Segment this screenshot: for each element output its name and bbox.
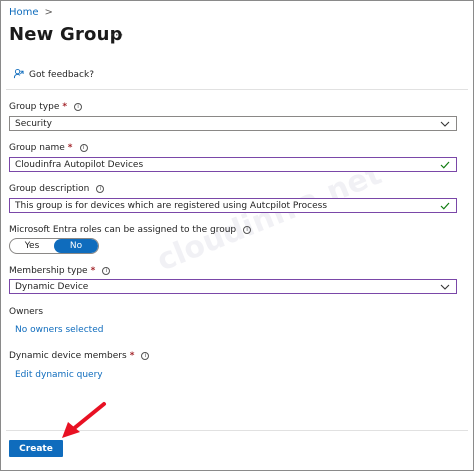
checkmark-icon [439, 200, 451, 212]
checkmark-icon [439, 159, 451, 171]
info-icon[interactable]: i [96, 185, 105, 193]
chevron-down-icon [439, 281, 451, 293]
entra-roles-toggle[interactable]: Yes No [9, 238, 99, 254]
info-icon[interactable]: i [102, 267, 111, 275]
header-divider [6, 89, 468, 90]
toggle-option-yes[interactable]: Yes [10, 239, 54, 253]
dynamic-members-label: Dynamic device members * i [9, 351, 150, 361]
group-name-value: Cloudinfra Autopilot Devices [15, 159, 144, 170]
required-marker: * [62, 102, 68, 112]
page-title: New Group [9, 24, 123, 45]
breadcrumb-home-link[interactable]: Home [9, 7, 39, 18]
membership-type-dropdown[interactable]: Dynamic Device [9, 279, 457, 294]
entra-roles-label: Microsoft Entra roles can be assigned to… [9, 225, 252, 235]
info-icon[interactable]: i [74, 103, 83, 111]
membership-type-value: Dynamic Device [15, 281, 89, 292]
group-type-dropdown[interactable]: Security [9, 116, 457, 131]
membership-type-label: Membership type * i [9, 266, 111, 276]
required-marker: * [129, 351, 135, 361]
group-type-label: Group type * i [9, 102, 83, 112]
required-marker: * [67, 143, 73, 153]
group-name-input[interactable]: Cloudinfra Autopilot Devices [9, 157, 457, 172]
more-options-button[interactable]: ··· [110, 28, 124, 42]
feedback-icon [13, 68, 24, 82]
feedback-button[interactable]: Got feedback? [13, 68, 94, 82]
owners-link[interactable]: No owners selected [15, 325, 103, 335]
group-name-label: Group name * i [9, 143, 88, 153]
owners-label: Owners [9, 307, 44, 317]
chevron-down-icon [439, 118, 451, 130]
group-type-value: Security [15, 118, 52, 129]
group-description-input[interactable]: This group is for devices which are regi… [9, 198, 457, 213]
feedback-label: Got feedback? [29, 70, 94, 80]
red-arrow-icon [58, 400, 108, 446]
info-icon[interactable]: i [79, 144, 88, 152]
breadcrumb: Home > [9, 7, 53, 18]
chevron-right-icon: > [44, 7, 53, 18]
group-description-value: This group is for devices which are regi… [15, 200, 328, 211]
info-icon[interactable]: i [141, 352, 150, 360]
required-marker: * [90, 266, 96, 276]
create-button[interactable]: Create [9, 440, 63, 457]
edit-dynamic-query-link[interactable]: Edit dynamic query [15, 370, 103, 380]
group-description-label: Group description i [9, 184, 105, 194]
toggle-option-no[interactable]: No [54, 239, 98, 253]
info-icon[interactable]: i [243, 226, 252, 234]
